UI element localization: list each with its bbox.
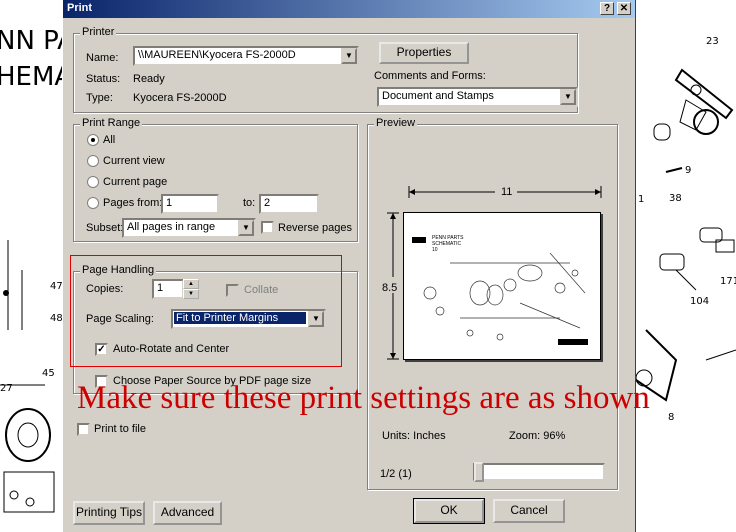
radio-all[interactable] [87,134,99,146]
highlight-box [70,255,342,367]
radio-pages-from-label[interactable]: Pages from: [103,197,162,209]
bg-left-drawing [0,240,55,513]
printer-status-value: Ready [133,73,165,85]
radio-current-page[interactable] [87,176,99,188]
page-slider[interactable] [473,463,605,481]
preview-schematic-drawing [412,237,588,345]
comments-forms-value: Document and Stamps [382,90,494,102]
chevron-down-icon[interactable]: ▼ [238,220,254,236]
pages-to-label: to: [243,197,256,209]
pages-to-input[interactable]: 2 [259,194,319,214]
advanced-button[interactable]: Advanced [153,501,222,525]
print-to-file-checkbox[interactable] [77,423,90,436]
reverse-pages-checkbox[interactable] [261,221,274,234]
zoom-label: Zoom: 96% [509,430,566,442]
page-indicator: 1/2 (1) [380,468,412,480]
dialog-title: Print [67,2,93,14]
title-bar[interactable]: Print ? ✕ [63,0,635,18]
printer-status-label: Status: [86,73,121,85]
subset-value: All pages in range [127,221,216,233]
close-button[interactable]: ✕ [617,2,631,15]
comments-forms-dropdown[interactable]: Document and Stamps ▼ [377,87,578,107]
chevron-down-icon[interactable]: ▼ [341,48,357,64]
preview-width-label: 11 [501,186,513,198]
print-range-group-label: Print Range [80,117,143,129]
pages-from-input[interactable]: 1 [161,194,219,214]
printer-group-label: Printer [80,26,117,38]
reverse-pages-label[interactable]: Reverse pages [278,222,352,234]
radio-current-page-label[interactable]: Current page [103,176,167,188]
printer-name-dropdown[interactable]: \\MAUREEN\Kyocera FS-2000D ▼ [133,46,359,66]
bg-right-drawing [636,68,736,402]
properties-button[interactable]: Properties [379,42,469,64]
radio-all-label[interactable]: All [103,134,115,146]
ok-button[interactable]: OK [413,498,485,524]
subset-dropdown[interactable]: All pages in range ▼ [122,218,256,238]
radio-current-view-label[interactable]: Current view [103,155,165,167]
printer-type-label: Type: [86,92,113,104]
preview-thumbnail: PENN PARTS SCHEMATIC 10 [403,212,601,360]
cancel-button[interactable]: Cancel [493,499,565,523]
preview-height-label: 8.5 [382,282,398,294]
help-button[interactable]: ? [600,2,614,15]
printer-type-value: Kyocera FS-2000D [133,92,227,104]
printer-name-value: \\MAUREEN\Kyocera FS-2000D [138,49,296,61]
preview-group-label: Preview [374,117,418,129]
print-to-file-label[interactable]: Print to file [94,423,146,435]
instruction-annotation: Make sure these print settings are as sh… [77,380,650,416]
radio-current-view[interactable] [87,155,99,167]
radio-pages-from[interactable] [87,197,99,209]
chevron-down-icon[interactable]: ▼ [560,89,576,105]
printing-tips-button[interactable]: Printing Tips [73,501,145,525]
page-slider-thumb[interactable] [474,462,484,482]
units-label: Units: Inches [382,430,446,442]
printer-name-label: Name: [86,52,119,64]
comments-forms-label: Comments and Forms: [374,70,486,82]
subset-label: Subset: [86,222,124,234]
